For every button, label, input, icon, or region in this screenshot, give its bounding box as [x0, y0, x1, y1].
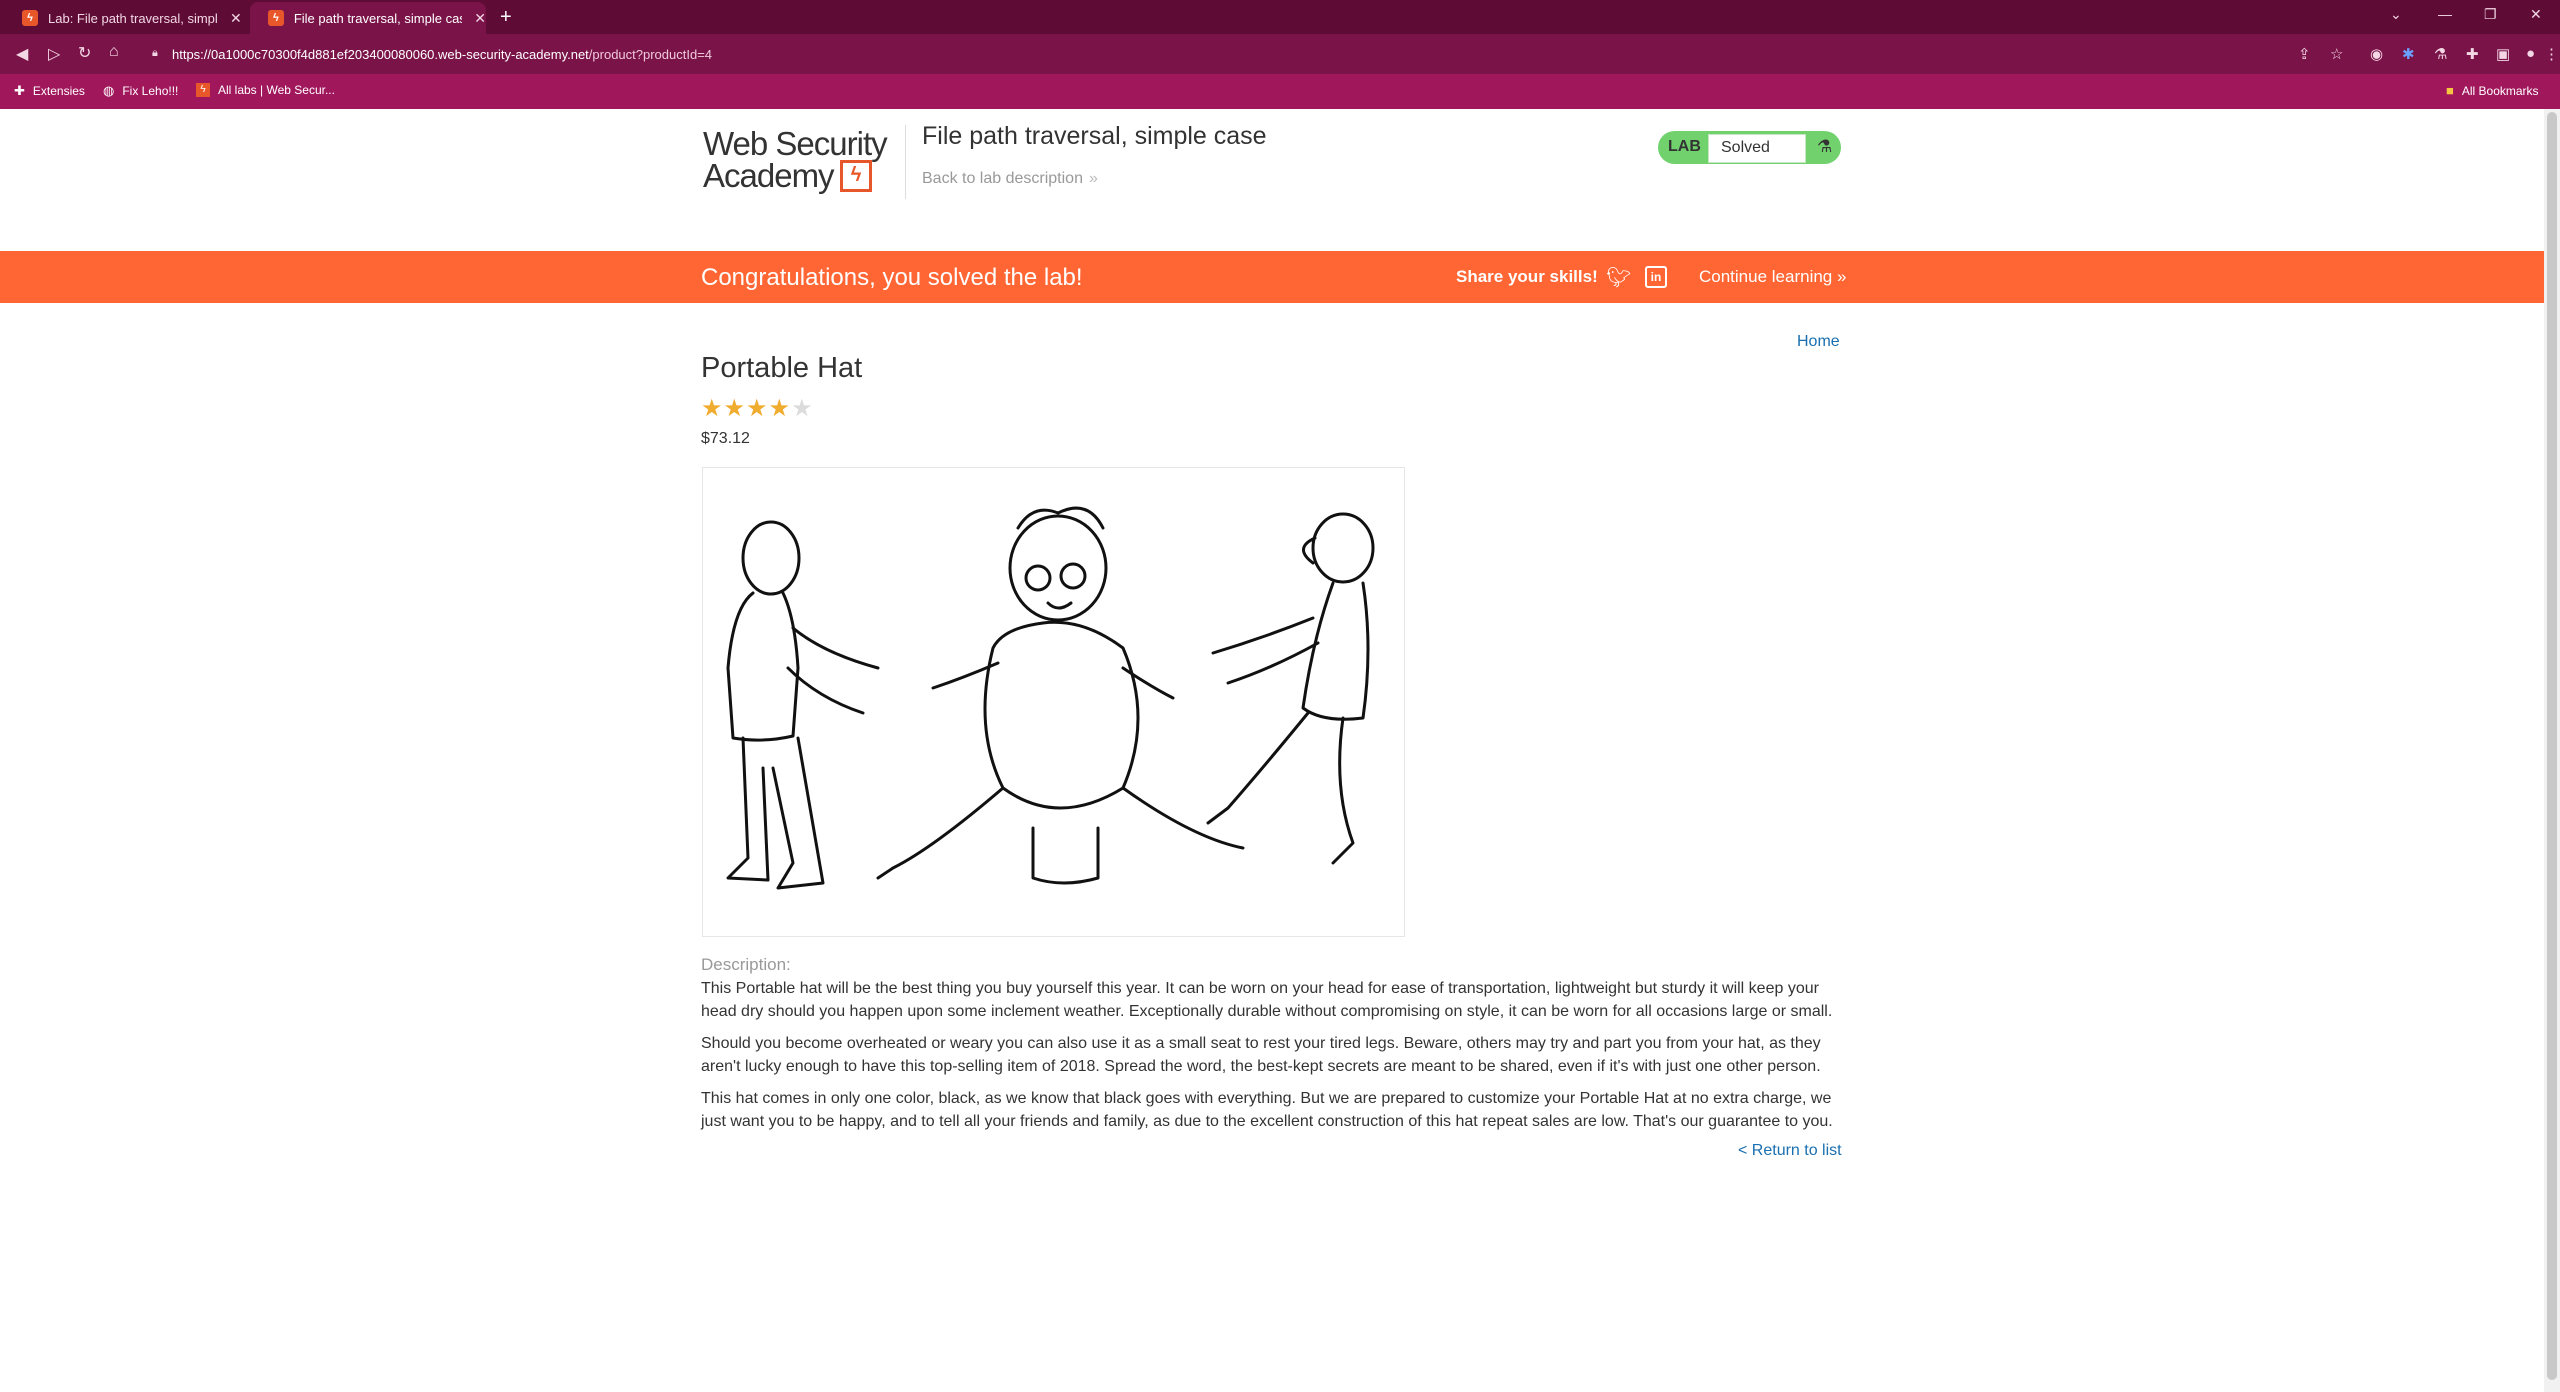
all-bookmarks-label: All Bookmarks — [2461, 83, 2539, 98]
tab-lab-description[interactable]: ϟ Lab: File path traversal, simple c ✕ — [4, 2, 246, 34]
new-tab-icon[interactable]: + — [500, 6, 512, 29]
profile-avatar-icon[interactable]: ● — [2526, 45, 2535, 62]
star-empty-icon: ★ — [791, 395, 814, 422]
product-image — [702, 467, 1405, 937]
close-window-icon[interactable]: ✕ — [2530, 6, 2542, 23]
flask-icon: ⚗ — [1817, 137, 1833, 156]
lab-status-value-box: Solved — [1708, 134, 1806, 163]
tab-label: File path traversal, simple case — [293, 10, 463, 26]
description-label: Description: — [701, 955, 791, 974]
side-panel-icon[interactable]: ▣ — [2496, 45, 2510, 63]
chevron-right-icon: » — [1088, 170, 1098, 187]
globe-icon: ◍ — [103, 83, 115, 98]
back-link-label: Back to lab description — [922, 170, 1083, 187]
back-icon[interactable]: ◀ — [16, 44, 28, 64]
puzzle-icon: ✚ — [14, 83, 25, 98]
academy-favicon-icon: ϟ — [196, 83, 210, 97]
solved-banner: Congratulations, you solved the lab! Sha… — [0, 251, 2544, 303]
lab-status-badge: LAB Solved ⚗ — [1658, 131, 1841, 164]
forward-icon[interactable]: ▷ — [48, 44, 60, 64]
close-tab-icon[interactable]: ✕ — [474, 10, 486, 27]
tab-lab-page[interactable]: ϟ File path traversal, simple case ✕ — [250, 2, 486, 34]
description-paragraph: This hat comes in only one color, black,… — [701, 1090, 1833, 1130]
bookmark-label: All labs | Web Secur... — [218, 83, 335, 97]
scrollbar-thumb[interactable] — [2547, 112, 2557, 1380]
product-rating: ★★★★★ — [701, 394, 814, 423]
bookmark-star-icon[interactable]: ☆ — [2330, 45, 2343, 63]
logo-bolt-icon: ϟ — [839, 160, 872, 192]
bookmark-fix-leho[interactable]: ◍ Fix Leho!!! — [103, 83, 178, 99]
academy-favicon-icon: ϟ — [268, 10, 284, 26]
folder-icon: ■ — [2446, 83, 2454, 98]
bookmark-label: Extensies — [32, 84, 85, 98]
continue-learning-link[interactable]: Continue learning » — [1699, 267, 1846, 287]
logo-line-2-text: Academy — [703, 157, 835, 194]
url-path: /product?productId=4 — [588, 47, 713, 62]
home-icon[interactable]: ⌂ — [109, 43, 119, 61]
back-to-lab-description-link[interactable]: Back to lab description » — [922, 170, 1098, 188]
bookmark-all-labs[interactable]: ϟ All labs | Web Secur... — [196, 83, 335, 97]
twitter-icon[interactable]: 🐦︎ — [1606, 265, 1631, 290]
reload-icon[interactable]: ↻ — [78, 43, 91, 63]
product-title: Portable Hat — [701, 352, 863, 384]
minimize-icon[interactable]: — — [2438, 6, 2452, 22]
extension-flask-icon[interactable]: ⚗ — [2434, 45, 2447, 63]
continue-learning-label: Continue learning — [1699, 267, 1833, 286]
product-price: $73.12 — [701, 430, 750, 447]
share-skills-label: Share your skills! — [1456, 267, 1598, 286]
tab-search-icon[interactable]: ⌄ — [2390, 6, 2402, 23]
lab-title: File path traversal, simple case — [922, 122, 1267, 150]
restore-icon[interactable]: ❐ — [2484, 6, 2497, 23]
url-host: https://0a1000c70300f4d881ef203400080060… — [172, 47, 589, 62]
description-paragraph: This Portable hat will be the best thing… — [701, 980, 1833, 1020]
linkedin-icon[interactable]: in — [1645, 266, 1667, 288]
congrats-message: Congratulations, you solved the lab! — [701, 264, 1083, 291]
home-link[interactable]: Home — [1797, 333, 1840, 351]
star-filled-icon: ★ — [723, 395, 747, 422]
star-filled-icon: ★ — [701, 395, 724, 422]
product-illustration — [726, 506, 1375, 890]
bookmark-extensies[interactable]: ✚ Extensies — [14, 83, 85, 99]
logo-line-1: Web Security — [703, 125, 888, 162]
web-security-academy-logo[interactable]: Web Security Academy ϟ — [703, 125, 888, 194]
logo-divider — [905, 125, 906, 199]
extensions-puzzle-icon[interactable]: ✚ — [2466, 45, 2479, 63]
url-text[interactable]: https://0a1000c70300f4d881ef203400080060… — [172, 47, 712, 62]
extension-blue-icon[interactable]: ✱ — [2402, 45, 2415, 63]
description-paragraph: Should you become overheated or weary yo… — [701, 1035, 1821, 1075]
lab-status-tag: LAB — [1668, 138, 1701, 155]
chevron-right-icon: » — [1837, 267, 1847, 286]
lab-status-value: Solved — [1721, 139, 1770, 156]
return-to-list-link[interactable]: < Return to list — [1738, 1142, 1842, 1160]
star-filled-icon: ★ — [768, 395, 792, 422]
tab-label: Lab: File path traversal, simple c — [48, 10, 218, 26]
share-icon[interactable]: ⇪ — [2298, 45, 2311, 63]
star-filled-icon: ★ — [746, 395, 769, 422]
academy-favicon-icon: ϟ — [22, 10, 38, 26]
close-tab-icon[interactable]: ✕ — [230, 10, 242, 27]
lock-icon[interactable]: 🔒︎ — [152, 47, 158, 60]
extension-red-icon[interactable]: ◉ — [2370, 45, 2383, 63]
bookmark-label: Fix Leho!!! — [122, 84, 179, 98]
all-bookmarks[interactable]: ■ All Bookmarks — [2446, 83, 2539, 98]
bookmarks-bar — [0, 74, 2560, 109]
logo-line-2: Academy ϟ — [703, 157, 887, 194]
menu-icon[interactable]: ⋮ — [2544, 45, 2559, 63]
